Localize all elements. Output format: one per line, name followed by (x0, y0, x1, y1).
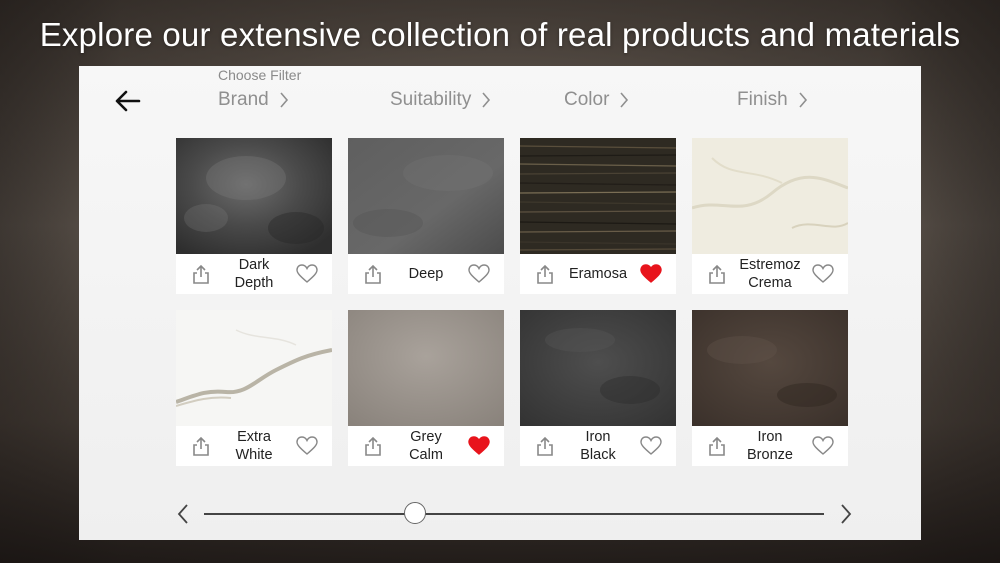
product-name-line1: Iron (585, 429, 611, 445)
choose-filter-label: Choose Filter (218, 67, 302, 83)
share-icon[interactable] (192, 436, 210, 456)
product-name-line1: Iron (757, 429, 783, 445)
chevron-right-icon (280, 92, 288, 108)
heart-icon[interactable] (812, 436, 834, 456)
product-name-line1: Deep (408, 266, 444, 282)
share-icon[interactable] (708, 436, 726, 456)
chevron-right-icon (482, 92, 491, 108)
heart-icon[interactable] (640, 436, 662, 456)
product-name-line2: Calm (409, 447, 443, 463)
product-name: Eramosa (558, 265, 638, 283)
product-name-line2: Black (580, 447, 616, 463)
product-name-line2: Crema (748, 275, 792, 291)
product-card[interactable]: Estremoz Crema (692, 138, 848, 294)
heart-filled-icon[interactable] (640, 264, 662, 284)
share-icon[interactable] (536, 264, 554, 284)
card-footer: Extra White (176, 426, 332, 466)
filter-finish[interactable]: Finish (737, 88, 808, 112)
chevron-right-icon (799, 92, 807, 108)
share-icon[interactable] (364, 264, 382, 284)
product-card[interactable]: Eramosa (520, 138, 676, 294)
chevron-right-icon[interactable] (839, 503, 853, 525)
product-name-line1: Eramosa (568, 266, 628, 282)
product-name: Iron Bronze (730, 428, 810, 464)
filter-suitability[interactable]: Suitability (390, 88, 491, 112)
heart-icon[interactable] (812, 264, 834, 284)
filter-label: Color (564, 89, 610, 110)
product-name: Estremoz Crema (730, 256, 810, 292)
swatch-eramosa (520, 138, 676, 254)
heart-icon[interactable] (468, 264, 490, 284)
filter-brand[interactable]: Brand (218, 88, 289, 112)
card-footer: Dark Depth (176, 254, 332, 294)
product-name: Dark Depth (214, 256, 294, 292)
pagination-slider-track[interactable] (204, 513, 824, 515)
product-card[interactable]: Extra White (176, 310, 332, 466)
product-name: Extra White (214, 428, 294, 464)
swatch-deep (348, 138, 504, 254)
filter-label: Suitability (390, 89, 472, 110)
product-grid: Dark Depth Deep Eramosa Estremoz Crema E… (176, 138, 848, 466)
back-arrow-icon[interactable] (113, 86, 143, 116)
catalog-panel: Choose Filter Brand Suitability Color Fi… (79, 66, 921, 540)
product-card[interactable]: Grey Calm (348, 310, 504, 466)
share-icon[interactable] (364, 436, 382, 456)
swatch-extra-white (176, 310, 332, 426)
filter-label: Brand (218, 89, 269, 110)
share-icon[interactable] (536, 436, 554, 456)
share-icon[interactable] (192, 264, 210, 284)
card-footer: Grey Calm (348, 426, 504, 466)
share-icon[interactable] (708, 264, 726, 284)
headline: Explore our extensive collection of real… (39, 16, 961, 53)
product-card[interactable]: Deep (348, 138, 504, 294)
card-footer: Deep (348, 254, 504, 294)
heart-filled-icon[interactable] (468, 436, 490, 456)
pagination-slider-thumb[interactable] (403, 502, 426, 524)
product-name-line2: White (235, 447, 273, 463)
heart-icon[interactable] (296, 264, 318, 284)
swatch-iron-black (520, 310, 676, 426)
product-card[interactable]: Iron Black (520, 310, 676, 466)
card-footer: Estremoz Crema (692, 254, 848, 294)
product-name: Deep (386, 265, 466, 283)
filter-color[interactable]: Color (564, 88, 629, 112)
swatch-grey-calm (348, 310, 504, 426)
product-name-line1: Dark (238, 257, 270, 273)
product-name-line1: Estremoz (739, 257, 801, 273)
product-name: Iron Black (558, 428, 638, 464)
card-footer: Iron Black (520, 426, 676, 466)
swatch-iron-bronze (692, 310, 848, 426)
chevron-right-icon (620, 92, 629, 108)
filter-label: Finish (737, 89, 788, 110)
product-name: Grey Calm (386, 428, 466, 464)
product-name-line1: Grey (410, 429, 442, 445)
heart-icon[interactable] (296, 436, 318, 456)
product-card[interactable]: Iron Bronze (692, 310, 848, 466)
chevron-left-icon[interactable] (176, 503, 190, 525)
card-footer: Iron Bronze (692, 426, 848, 466)
product-name-line2: Bronze (747, 447, 793, 463)
product-name-line2: Depth (234, 275, 274, 291)
swatch-dark-depth (176, 138, 332, 254)
card-footer: Eramosa (520, 254, 676, 294)
product-card[interactable]: Dark Depth (176, 138, 332, 294)
product-name-line1: Extra (237, 429, 271, 445)
swatch-estremoz-crema (692, 138, 848, 254)
